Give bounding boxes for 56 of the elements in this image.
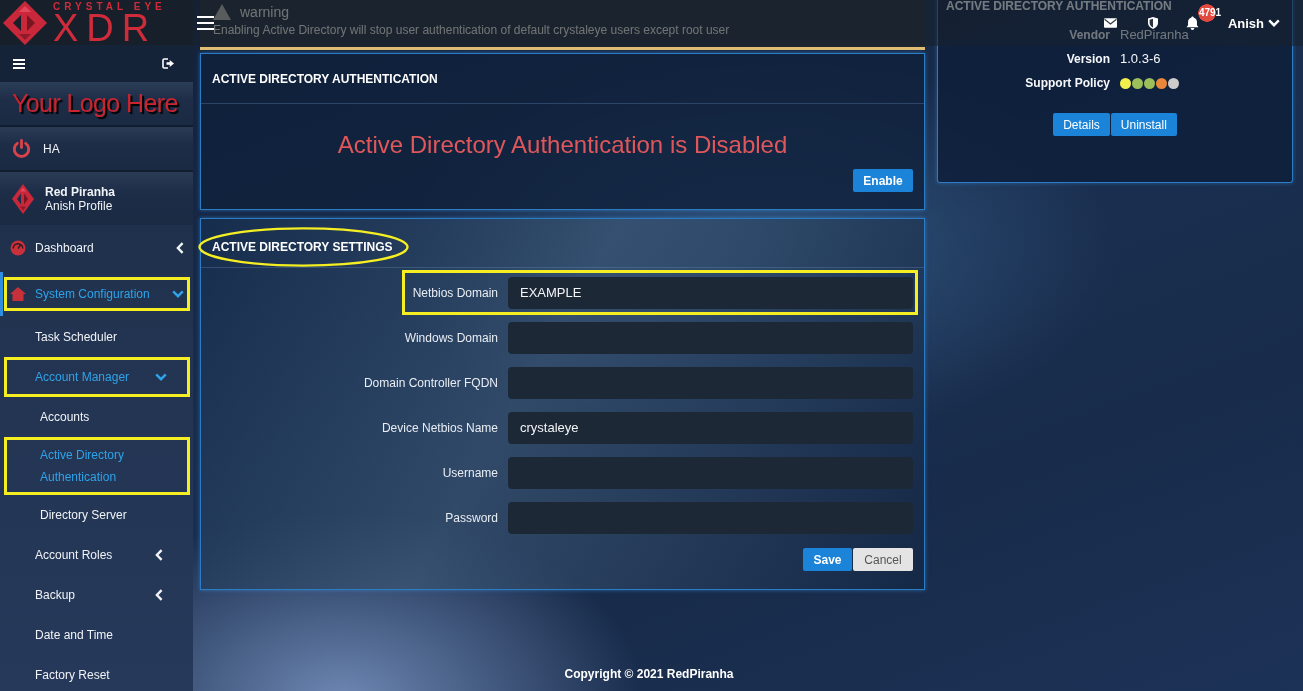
input-field[interactable] bbox=[508, 366, 913, 399]
nav-item[interactable]: Factory Reset bbox=[4, 655, 190, 691]
bell-icon[interactable] bbox=[1185, 16, 1199, 30]
nav-item[interactable]: Accounts bbox=[4, 397, 190, 437]
status-message: Active Directory Authentication is Disabled bbox=[336, 131, 789, 159]
detail-label: Vendor bbox=[1069, 27, 1110, 44]
input-field[interactable]: EXAMPLE bbox=[508, 276, 913, 309]
warning-icon bbox=[213, 4, 231, 20]
nav-item[interactable]: System Configuration bbox=[4, 277, 190, 311]
detail-label: Support Policy bbox=[1025, 75, 1110, 92]
copyright-text: Copyright © 2021 RedPiranha bbox=[564, 667, 734, 681]
nav-item[interactable]: Dashboard bbox=[4, 231, 190, 265]
house-icon bbox=[10, 287, 26, 301]
logout-icon[interactable] bbox=[162, 58, 174, 69]
diamond-profile-icon bbox=[12, 183, 34, 214]
menu-icon[interactable] bbox=[13, 58, 25, 69]
field-label: Password bbox=[444, 510, 498, 525]
profile-name: Red Piranha bbox=[45, 184, 116, 199]
profile-subtitle: Anish Profile bbox=[45, 198, 114, 213]
input-field[interactable] bbox=[508, 321, 913, 354]
mail-icon[interactable] bbox=[1103, 18, 1117, 28]
active-indicator bbox=[0, 272, 3, 316]
details-button[interactable]: Details bbox=[1053, 113, 1110, 136]
input-field[interactable]: crystaleye bbox=[508, 411, 913, 444]
nav-item[interactable]: Task Scheduler bbox=[4, 317, 190, 357]
alert-message: Enabling Active Directory will stop user authentication of default crystaleye users except root user bbox=[213, 23, 731, 37]
nav-item[interactable]: Active Directory Authentication bbox=[4, 437, 190, 495]
detail-label: Version bbox=[1066, 51, 1110, 68]
input-field[interactable] bbox=[508, 501, 913, 534]
nav-item[interactable]: Backup bbox=[4, 575, 190, 615]
field-label: Domain Controller FQDN bbox=[362, 375, 498, 390]
save-button[interactable]: Save bbox=[803, 548, 852, 571]
detail-value: RedPiranha bbox=[1120, 26, 1189, 44]
alert-title: warning bbox=[240, 4, 290, 20]
gauge-icon bbox=[10, 240, 26, 256]
field-label: Username bbox=[441, 465, 498, 480]
nav-item[interactable]: Account Manager bbox=[4, 357, 190, 397]
nav-item[interactable]: Date and Time bbox=[4, 615, 190, 655]
nav-item[interactable]: Account Roles bbox=[4, 535, 190, 575]
ha-label: HA bbox=[43, 141, 60, 156]
power-icon[interactable] bbox=[12, 139, 31, 158]
enable-button[interactable]: Enable bbox=[853, 169, 913, 192]
uninstall-button[interactable]: Uninstall bbox=[1110, 113, 1177, 136]
brand-tagline: CRYSTAL EYE bbox=[53, 1, 166, 12]
panel-title: ACTIVE DIRECTORY AUTHENTICATION bbox=[212, 71, 438, 86]
field-label: Netbios Domain bbox=[411, 285, 498, 300]
input-field[interactable] bbox=[508, 456, 913, 489]
cancel-button[interactable]: Cancel bbox=[853, 548, 913, 571]
menu-icon[interactable] bbox=[197, 16, 214, 30]
brand-wordmark: XDR bbox=[53, 11, 158, 44]
custom-logo-text: Your Logo Here bbox=[12, 89, 178, 118]
field-label: Windows Domain bbox=[403, 330, 498, 345]
field-label: Device Netbios Name bbox=[380, 420, 498, 435]
nav-item[interactable]: Directory Server bbox=[4, 495, 190, 535]
detail-value: 1.0.3-6 bbox=[1120, 50, 1161, 68]
panel-title: ACTIVE DIRECTORY SETTINGS bbox=[212, 240, 393, 254]
